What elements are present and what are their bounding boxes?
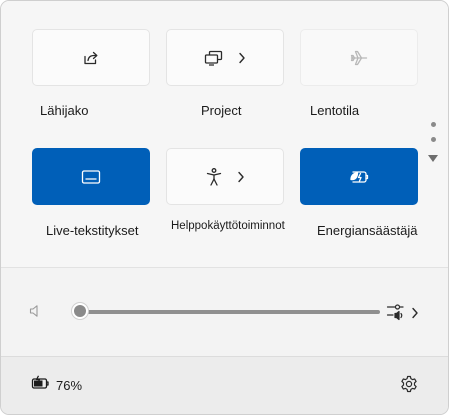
volume-slider-track[interactable]	[81, 310, 380, 314]
scroll-down-icon[interactable]	[428, 155, 438, 162]
battery-charging-icon[interactable]	[31, 375, 51, 396]
speaker-icon[interactable]	[29, 304, 43, 323]
gear-icon[interactable]	[400, 375, 418, 398]
tile-nearby-sharing-label: Lähijako	[40, 103, 89, 118]
share-icon	[82, 49, 100, 67]
audio-output-icon[interactable]	[386, 303, 408, 328]
tile-project[interactable]	[166, 29, 284, 86]
tile-airplane-mode-label: Lentotila	[310, 103, 360, 118]
tile-project-label: Project	[201, 103, 242, 118]
volume-slider-thumb[interactable]	[71, 302, 89, 320]
chevron-right-icon[interactable]	[237, 171, 245, 183]
project-icon	[204, 49, 224, 67]
tile-live-captions-label: Live-tekstitykset	[46, 223, 139, 238]
tile-energy-saver[interactable]	[300, 148, 418, 205]
tile-energy-saver-label: Energiansäästäjä	[317, 223, 418, 238]
energy-saver-icon	[348, 169, 370, 185]
chevron-right-icon[interactable]	[411, 306, 419, 324]
tile-nearby-sharing[interactable]	[32, 29, 150, 86]
chevron-right-icon[interactable]	[238, 52, 246, 64]
tile-accessibility[interactable]	[166, 148, 284, 205]
captions-icon	[81, 169, 101, 185]
tile-accessibility-label: Helppokäyttötoiminnot	[171, 220, 285, 232]
page-indicator-dot[interactable]	[431, 137, 436, 142]
tile-airplane-mode[interactable]	[300, 29, 418, 86]
battery-percentage[interactable]: 76%	[56, 378, 82, 393]
page-indicator-dot[interactable]	[431, 122, 436, 127]
airplane-icon	[349, 48, 369, 68]
quick-settings-panel: Lähijako Project Lentotila Live-tekstity…	[0, 0, 449, 415]
quick-settings-tiles-area: Lähijako Project Lentotila Live-tekstity…	[1, 1, 448, 267]
accessibility-icon	[205, 167, 223, 187]
tile-live-captions[interactable]	[32, 148, 150, 205]
